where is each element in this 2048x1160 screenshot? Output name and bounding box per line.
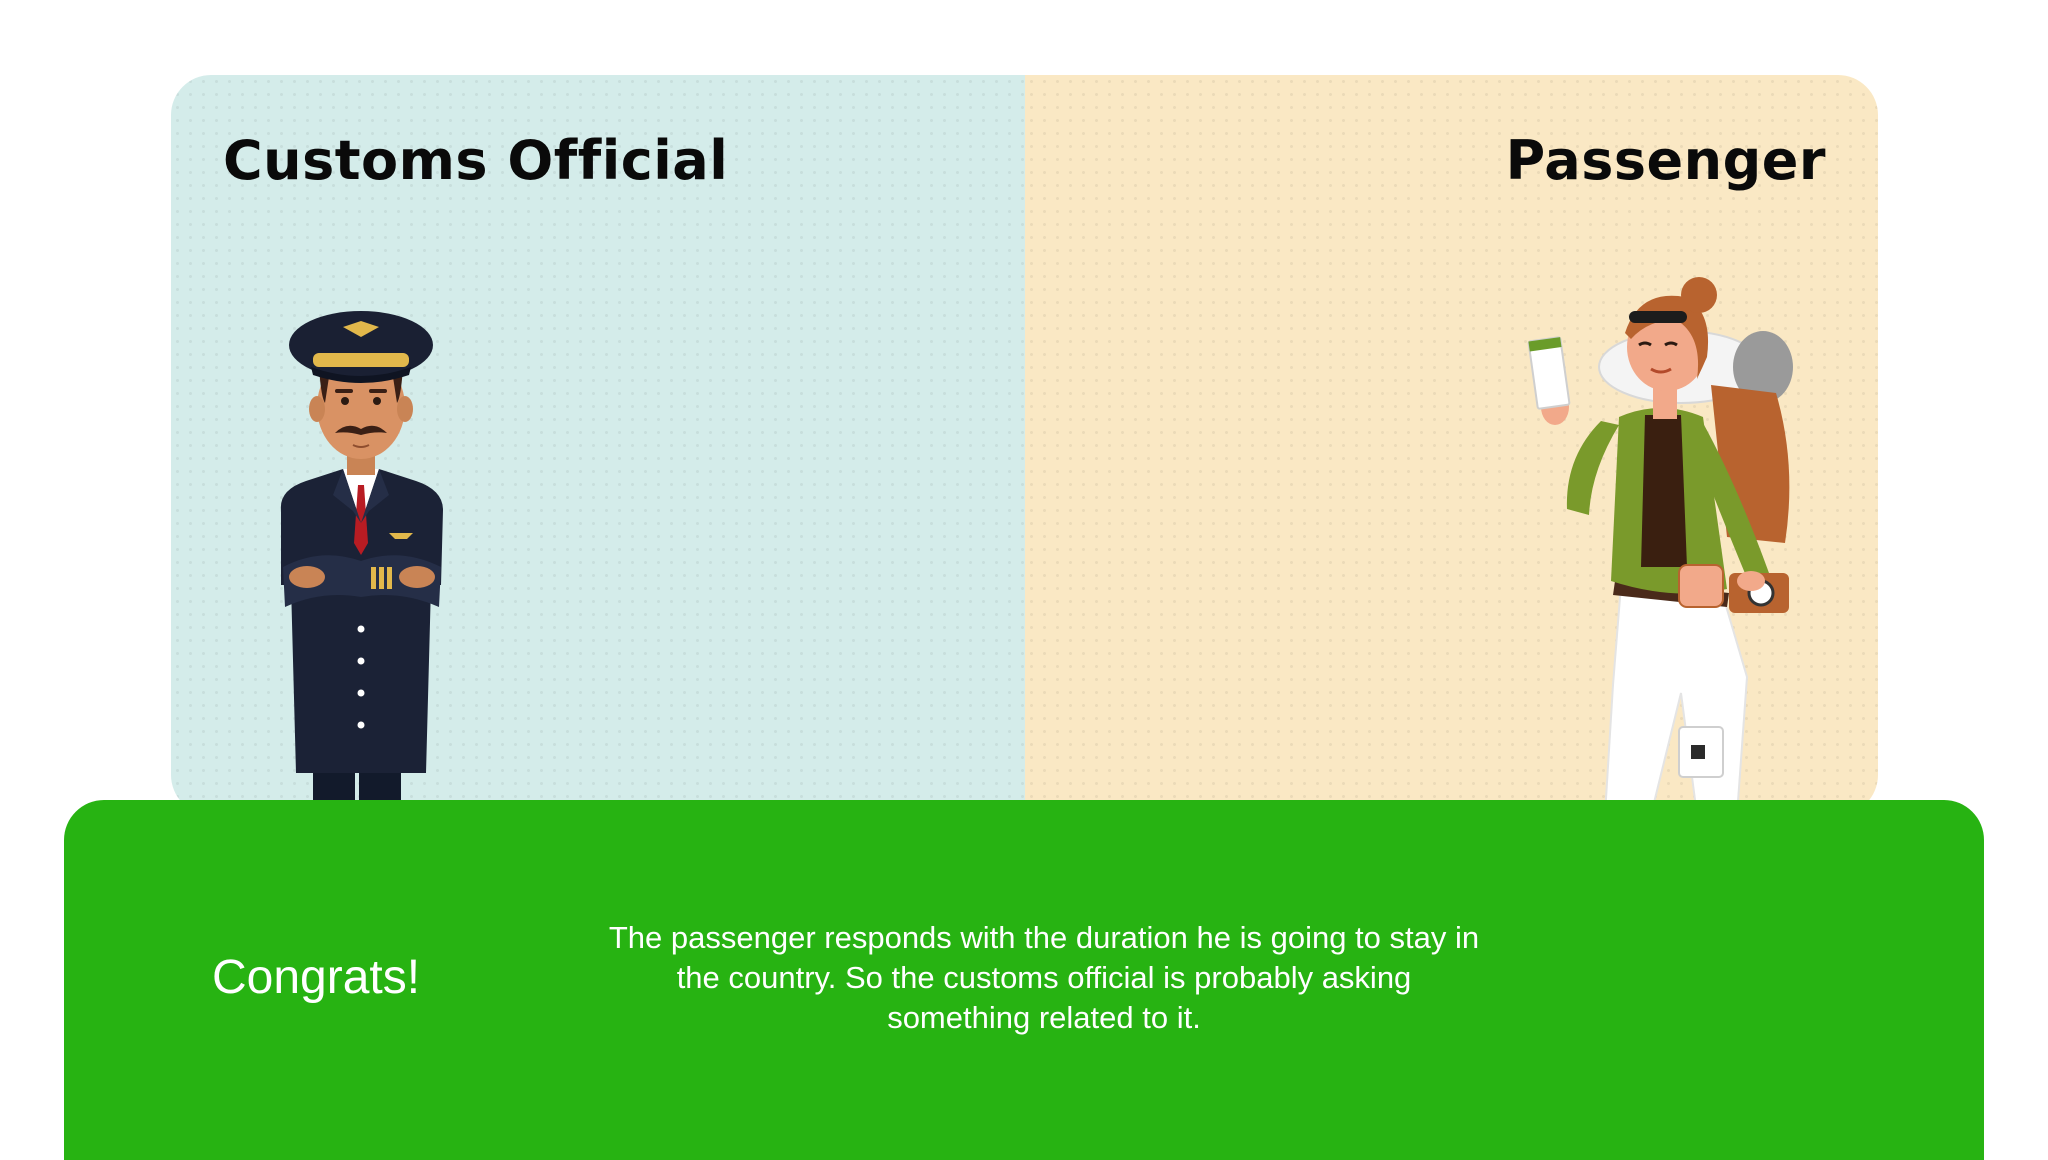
feedback-message: The passenger responds with the duration… (608, 920, 1480, 1035)
dialogue-scene-card: Customs Official Passenger (171, 75, 1878, 815)
official-title: Customs Official (223, 129, 729, 192)
feedback-heading: Congrats! (212, 951, 421, 1004)
customs-officer-illustration (280, 311, 443, 815)
feedback-banner: Congrats! The passenger responds with th… (64, 800, 1984, 1160)
traveler-with-ticket-illustration (1527, 277, 1793, 815)
passenger-title: Passenger (1505, 129, 1826, 192)
